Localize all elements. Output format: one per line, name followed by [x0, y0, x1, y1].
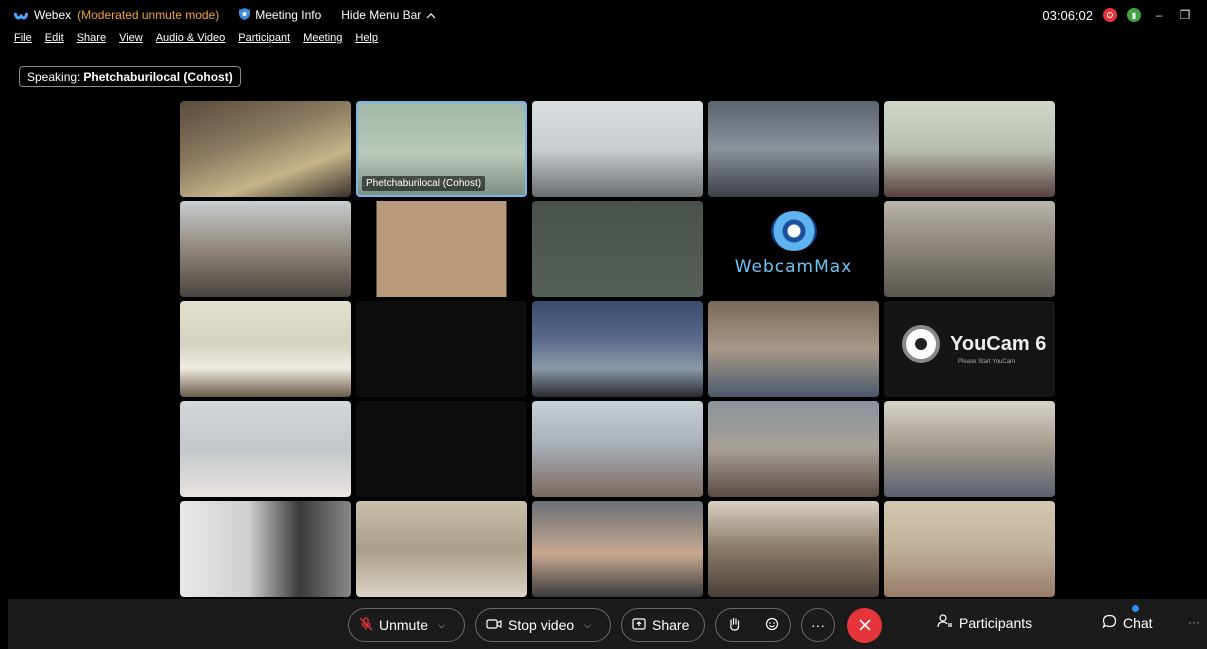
share-screen-icon: [632, 617, 646, 633]
recording-icon: [1103, 8, 1117, 22]
app-name: Webex: [34, 8, 72, 22]
more-options-button[interactable]: ···: [801, 608, 835, 642]
chevron-up-icon: [426, 8, 436, 22]
youcam-lens-icon: [902, 325, 940, 363]
meeting-controls-bar: Unmute ⌵ Stop video ⌵ Share ··· Particip…: [8, 599, 1207, 649]
video-tile[interactable]: [884, 101, 1055, 197]
speaking-name: Phetchaburilocal (Cohost): [83, 69, 233, 84]
title-bar: Webex (Moderated unmute mode) Meeting In…: [0, 0, 1207, 30]
more-icon: ···: [811, 617, 825, 633]
youcam-subtext: Please Start YouCam: [958, 359, 1016, 365]
video-tile[interactable]: [180, 201, 351, 297]
video-tile[interactable]: [356, 301, 527, 397]
speaking-prefix: Speaking:: [27, 69, 81, 84]
restore-button[interactable]: ❐: [1177, 8, 1193, 22]
video-tile[interactable]: [708, 401, 879, 497]
video-tile[interactable]: Phetchaburilocal (Cohost): [356, 101, 527, 197]
video-tile[interactable]: [532, 201, 703, 297]
video-tile[interactable]: [532, 301, 703, 397]
webcammax-logo: WebcamMax: [708, 211, 879, 277]
meeting-info-label: Meeting Info: [255, 8, 322, 22]
video-tile[interactable]: [180, 501, 351, 597]
webcam-eye-icon: [770, 211, 817, 251]
unmute-label: Unmute: [379, 617, 429, 633]
video-tile[interactable]: [532, 101, 703, 197]
video-grid: Phetchaburilocal (Cohost) WebcamMax YouCam…: [180, 101, 1055, 598]
moderation-mode: (Moderated unmute mode): [77, 8, 220, 22]
chat-bubble-icon: [1102, 614, 1117, 632]
unmute-button[interactable]: Unmute ⌵: [348, 608, 465, 642]
participant-name-label: Phetchaburilocal (Cohost): [362, 176, 486, 191]
active-speaker-indicator: Speaking: Phetchaburilocal (Cohost): [19, 66, 241, 87]
chevron-down-icon: ⌵: [584, 619, 591, 630]
chat-button[interactable]: Chat: [1102, 614, 1153, 632]
minimize-button[interactable]: –: [1151, 8, 1167, 22]
menu-audio-video[interactable]: Audio & Video: [156, 32, 226, 50]
chat-label: Chat: [1123, 615, 1153, 631]
participants-icon: [937, 614, 953, 631]
menu-share[interactable]: Share: [77, 32, 106, 50]
leave-meeting-button[interactable]: [847, 608, 882, 643]
video-tile[interactable]: [708, 501, 879, 597]
menu-view[interactable]: View: [119, 32, 143, 50]
video-tile[interactable]: [532, 501, 703, 597]
reactions-group: [715, 608, 791, 642]
meeting-timer: 03:06:02: [1042, 7, 1093, 23]
participants-button[interactable]: Participants: [937, 614, 1032, 631]
video-tile[interactable]: [180, 401, 351, 497]
menu-help[interactable]: Help: [355, 32, 378, 50]
stop-video-button[interactable]: Stop video ⌵: [475, 608, 611, 642]
overflow-menu-button[interactable]: ···: [1188, 615, 1200, 629]
meeting-info-button[interactable]: Meeting Info: [239, 7, 322, 23]
video-tile[interactable]: WebcamMax: [708, 201, 879, 297]
youcam-logo: YouCam 6: [902, 325, 1046, 363]
video-tile[interactable]: [884, 201, 1055, 297]
video-tile[interactable]: [356, 501, 527, 597]
video-tile[interactable]: [180, 301, 351, 397]
stop-video-label: Stop video: [508, 617, 575, 633]
chat-notification-badge: [1132, 605, 1139, 612]
share-button[interactable]: Share: [621, 608, 705, 642]
webex-logo-icon: [13, 10, 29, 20]
menu-bar: File Edit Share View Audio & Video Parti…: [0, 32, 378, 50]
youcam-text: YouCam 6: [950, 332, 1047, 355]
video-tile[interactable]: [884, 401, 1055, 497]
menu-participant[interactable]: Participant: [238, 32, 290, 50]
video-tile[interactable]: [884, 501, 1055, 597]
share-label: Share: [652, 617, 690, 633]
shield-icon: [239, 7, 251, 23]
hide-menu-bar-label: Hide Menu Bar: [341, 8, 422, 22]
video-tile[interactable]: [708, 101, 879, 197]
video-tile[interactable]: [708, 301, 879, 397]
hide-menu-bar-button[interactable]: Hide Menu Bar: [341, 8, 436, 22]
webcammax-text: WebcamMax: [734, 257, 853, 277]
participants-label: Participants: [959, 614, 1033, 631]
close-icon: [858, 615, 871, 636]
video-tile[interactable]: [356, 401, 527, 497]
video-tile[interactable]: [180, 101, 351, 197]
video-tile[interactable]: [532, 401, 703, 497]
network-status-icon: ▮: [1127, 8, 1141, 22]
video-tile[interactable]: YouCam 6 Please Start YouCam: [884, 301, 1055, 397]
video-tile[interactable]: [356, 201, 527, 297]
camera-icon: [486, 617, 502, 633]
raise-hand-icon[interactable]: [728, 617, 741, 634]
menu-file[interactable]: File: [14, 32, 32, 50]
menu-meeting[interactable]: Meeting: [303, 32, 342, 50]
menu-edit[interactable]: Edit: [45, 32, 64, 50]
reactions-icon[interactable]: [765, 617, 779, 634]
chevron-down-icon: ⌵: [438, 619, 445, 630]
mic-muted-icon: [359, 616, 373, 634]
